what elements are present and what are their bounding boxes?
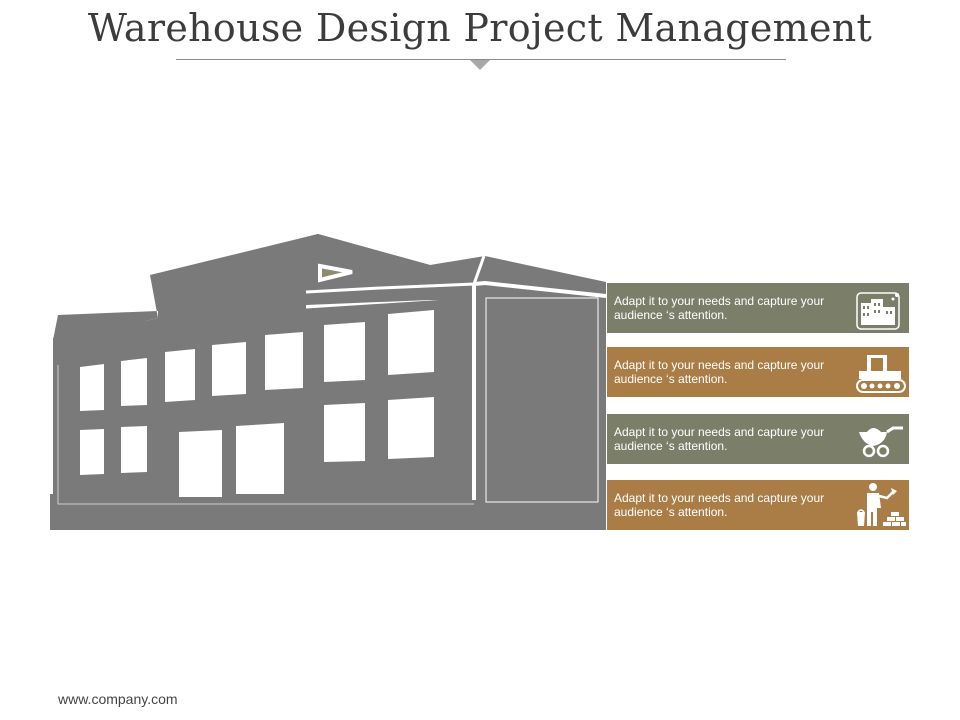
info-band-text: Adapt it to your needs and capture your … — [614, 425, 825, 453]
info-band-1: Adapt it to your needs and capture your … — [607, 283, 909, 333]
info-band-4: Adapt it to your needs and capture your … — [607, 480, 909, 530]
bricklayer-icon — [857, 483, 906, 526]
info-band-3: Adapt it to your needs and capture your … — [607, 414, 909, 464]
footer-website: www.company.com — [58, 691, 178, 707]
bulldozer-icon — [856, 355, 906, 393]
info-band-text: Adapt it to your needs and capture your … — [614, 491, 825, 519]
info-band-text: Adapt it to your needs and capture your … — [614, 294, 825, 322]
buildings-icon — [856, 292, 900, 330]
info-band-text: Adapt it to your needs and capture your … — [614, 358, 825, 386]
wheelbarrow-icon — [859, 426, 903, 458]
info-band-2: Adapt it to your needs and capture your … — [607, 347, 909, 397]
